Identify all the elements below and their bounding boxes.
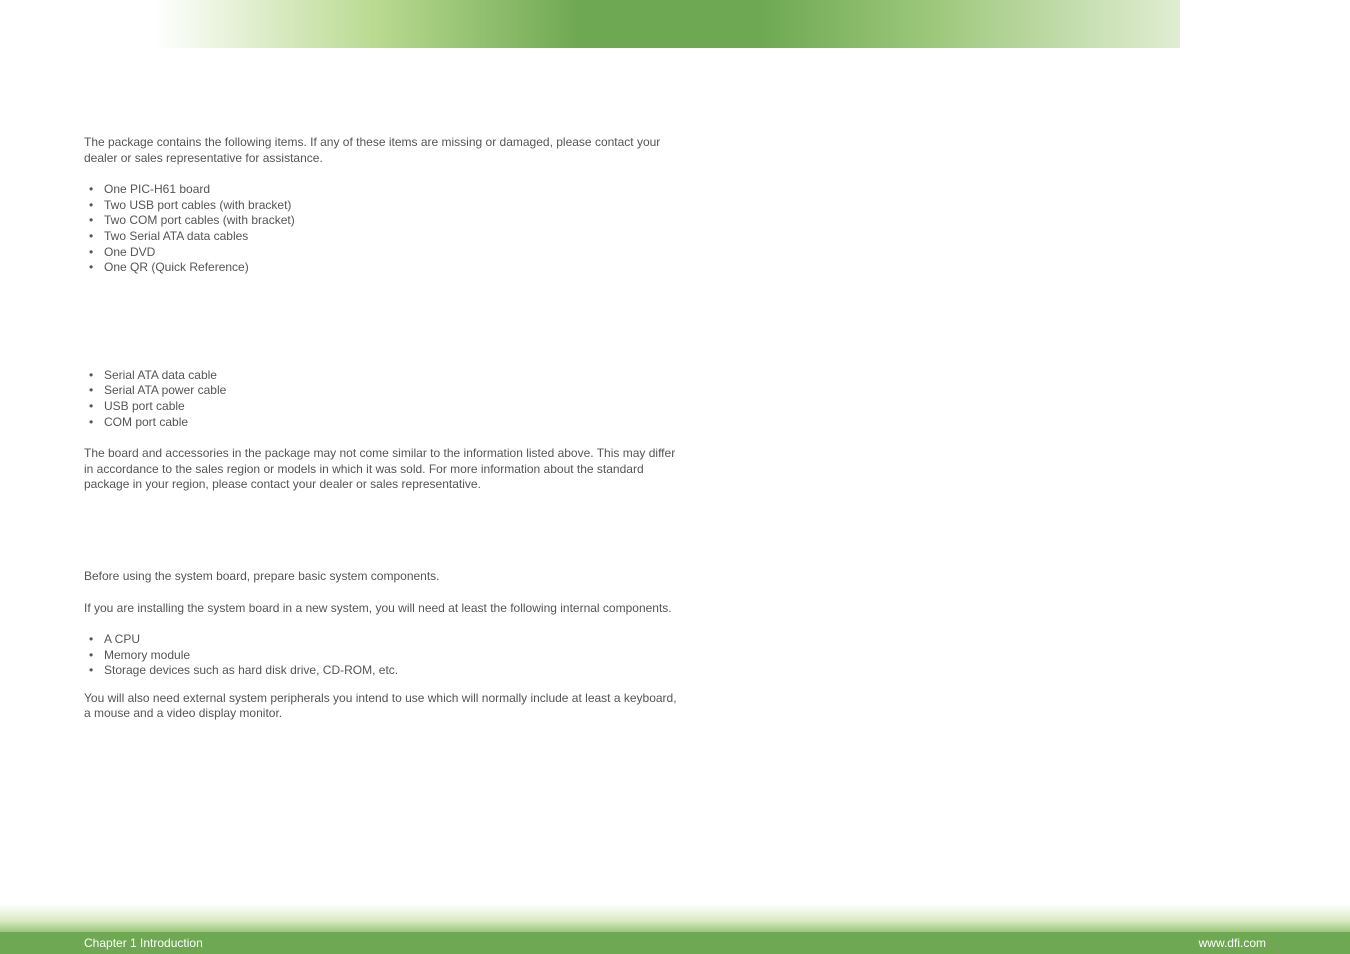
- footer-bar: Chapter 1 Introduction www.dfi.com: [0, 932, 1350, 954]
- header-bar: [80, 0, 1180, 48]
- optional-note-paragraph: The board and accessories in the package…: [84, 446, 684, 493]
- list-item: One DVD: [84, 245, 684, 261]
- header-gradient-left: [80, 0, 580, 48]
- list-item: One PIC-H61 board: [84, 182, 684, 198]
- header-gradient-right: [760, 0, 1180, 48]
- list-item: COM port cable: [84, 415, 684, 431]
- internal-components-list: A CPUMemory moduleStorage devices such a…: [84, 632, 684, 679]
- list-item: Two Serial ATA data cables: [84, 229, 684, 245]
- footer: Chapter 1 Introduction www.dfi.com: [0, 904, 1350, 954]
- list-item: One QR (Quick Reference): [84, 260, 684, 276]
- list-item: Two COM port cables (with bracket): [84, 213, 684, 229]
- footer-url: www.dfi.com: [1199, 936, 1266, 950]
- intro-paragraph: The package contains the following items…: [84, 135, 684, 166]
- before-paragraph-2: If you are installing the system board i…: [84, 601, 684, 617]
- before-paragraph-1: Before using the system board, prepare b…: [84, 569, 684, 585]
- list-item: Serial ATA power cable: [84, 383, 684, 399]
- list-item: Two USB port cables (with bracket): [84, 198, 684, 214]
- main-content: The package contains the following items…: [84, 135, 684, 738]
- before-paragraph-3: You will also need external system perip…: [84, 691, 684, 722]
- footer-gradient: [0, 904, 1350, 932]
- list-item: USB port cable: [84, 399, 684, 415]
- footer-chapter-label: Chapter 1 Introduction: [84, 936, 203, 950]
- list-item: Memory module: [84, 648, 684, 664]
- header-dark-block: [580, 0, 760, 48]
- optional-items-list: Serial ATA data cableSerial ATA power ca…: [84, 368, 684, 430]
- list-item: A CPU: [84, 632, 684, 648]
- list-item: Serial ATA data cable: [84, 368, 684, 384]
- list-item: Storage devices such as hard disk drive,…: [84, 663, 684, 679]
- package-items-list: One PIC-H61 boardTwo USB port cables (wi…: [84, 182, 684, 276]
